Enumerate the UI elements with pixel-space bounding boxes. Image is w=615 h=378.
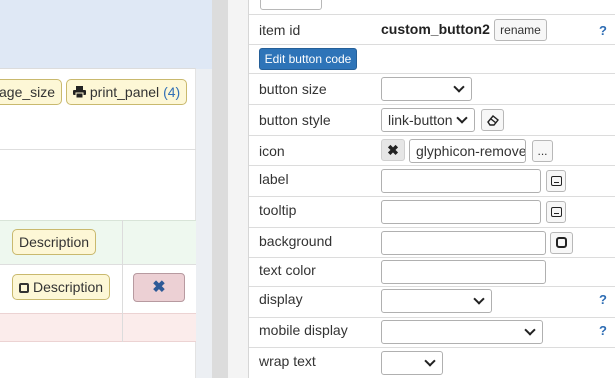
icon-input-value: glyphicon-remove: [416, 143, 526, 159]
chevron-down-icon: [424, 355, 436, 367]
eraser-button[interactable]: [481, 109, 504, 131]
help-link[interactable]: ?: [599, 292, 607, 307]
button-style-row: button style link-button: [249, 104, 615, 135]
eraser-icon: [486, 115, 499, 126]
button-style-value: link-button: [388, 112, 453, 128]
chevron-down-icon: [524, 324, 536, 336]
delete-button[interactable]: ✖: [133, 273, 185, 302]
splitter-handle[interactable]: [212, 0, 228, 378]
print-panel-chip[interactable]: print_panel (4): [66, 79, 188, 105]
background-row: background: [249, 227, 615, 257]
label-input[interactable]: [381, 169, 541, 193]
mobile-display-select[interactable]: [381, 320, 543, 344]
close-icon: ✖: [152, 279, 166, 296]
tooltip-row: tooltip: [249, 196, 615, 227]
background-color-button[interactable]: [550, 232, 573, 254]
description-button-label: Description: [33, 279, 104, 295]
tooltip-label: tooltip: [259, 202, 297, 218]
dialog-icon: [550, 176, 562, 186]
label-row: label: [249, 165, 615, 196]
page-size-chip[interactable]: age_size: [0, 79, 63, 105]
mobile-display-row: mobile display ?: [249, 317, 615, 347]
preview-header-band: [0, 0, 212, 69]
chevron-down-icon: [453, 81, 465, 93]
background-input[interactable]: [381, 231, 546, 255]
wrap-text-label: wrap text: [259, 353, 316, 369]
display-row: display ?: [249, 286, 615, 317]
print-panel-chip-label: print_panel: [89, 84, 160, 100]
description-chip-label: Description: [19, 234, 90, 250]
help-link[interactable]: ?: [599, 323, 607, 338]
description-chip[interactable]: Description: [12, 229, 97, 255]
rename-button[interactable]: rename: [494, 19, 547, 41]
wrap-text-select[interactable]: [381, 351, 443, 375]
icon-input[interactable]: glyphicon-remove: [409, 139, 526, 163]
column-divider: [122, 220, 123, 342]
button-size-select[interactable]: [381, 77, 472, 101]
button-size-label: button size: [259, 81, 327, 97]
button-size-row: button size: [249, 73, 615, 104]
icon-label: icon: [259, 143, 285, 159]
edit-button-code-button[interactable]: Edit button code: [259, 48, 357, 70]
tooltip-input[interactable]: [381, 200, 541, 224]
display-label: display: [259, 291, 303, 307]
item-id-label: item id: [259, 22, 301, 38]
mobile-display-label: mobile display: [259, 322, 348, 338]
layout-preview: age_size print_panel (4) Description Des…: [0, 0, 212, 378]
page-size-chip-label: age_size: [0, 84, 56, 100]
button-style-select[interactable]: link-button: [381, 108, 475, 132]
chevron-down-icon: [473, 293, 485, 305]
color-swatch-icon: [556, 237, 567, 248]
icon-preview[interactable]: ✖: [381, 139, 405, 161]
text-color-label: text color: [259, 262, 316, 278]
print-panel-count: (4): [163, 84, 181, 100]
label-label: label: [259, 171, 289, 187]
chevron-down-icon: [456, 112, 468, 124]
preview-divider: [0, 149, 196, 150]
item-id-value: custom_button2: [381, 21, 490, 37]
icon-picker-button[interactable]: ...: [532, 140, 553, 162]
button-style-label: button style: [259, 112, 331, 128]
table-row: [0, 313, 196, 342]
tooltip-dialog-button[interactable]: [546, 201, 566, 223]
help-link[interactable]: ?: [599, 23, 607, 38]
display-select[interactable]: [381, 289, 492, 313]
table-row: Description: [0, 220, 196, 264]
window-icon: [19, 283, 29, 293]
background-label: background: [259, 233, 333, 249]
text-color-input[interactable]: [381, 260, 546, 284]
item-id-row: item id custom_button2 rename ?: [249, 14, 615, 44]
description-button-preview[interactable]: Description: [12, 274, 111, 300]
close-icon: ✖: [387, 142, 399, 158]
printer-icon: [73, 86, 86, 99]
label-dialog-button[interactable]: [546, 170, 566, 192]
dialog-icon: [550, 207, 562, 217]
wrap-text-row: wrap text: [249, 347, 615, 378]
panel-gutter: [228, 0, 248, 378]
properties-panel: item id custom_button2 rename ? Edit but…: [248, 0, 615, 378]
remove-button[interactable]: [260, 0, 322, 10]
text-color-row: text color: [249, 257, 615, 286]
